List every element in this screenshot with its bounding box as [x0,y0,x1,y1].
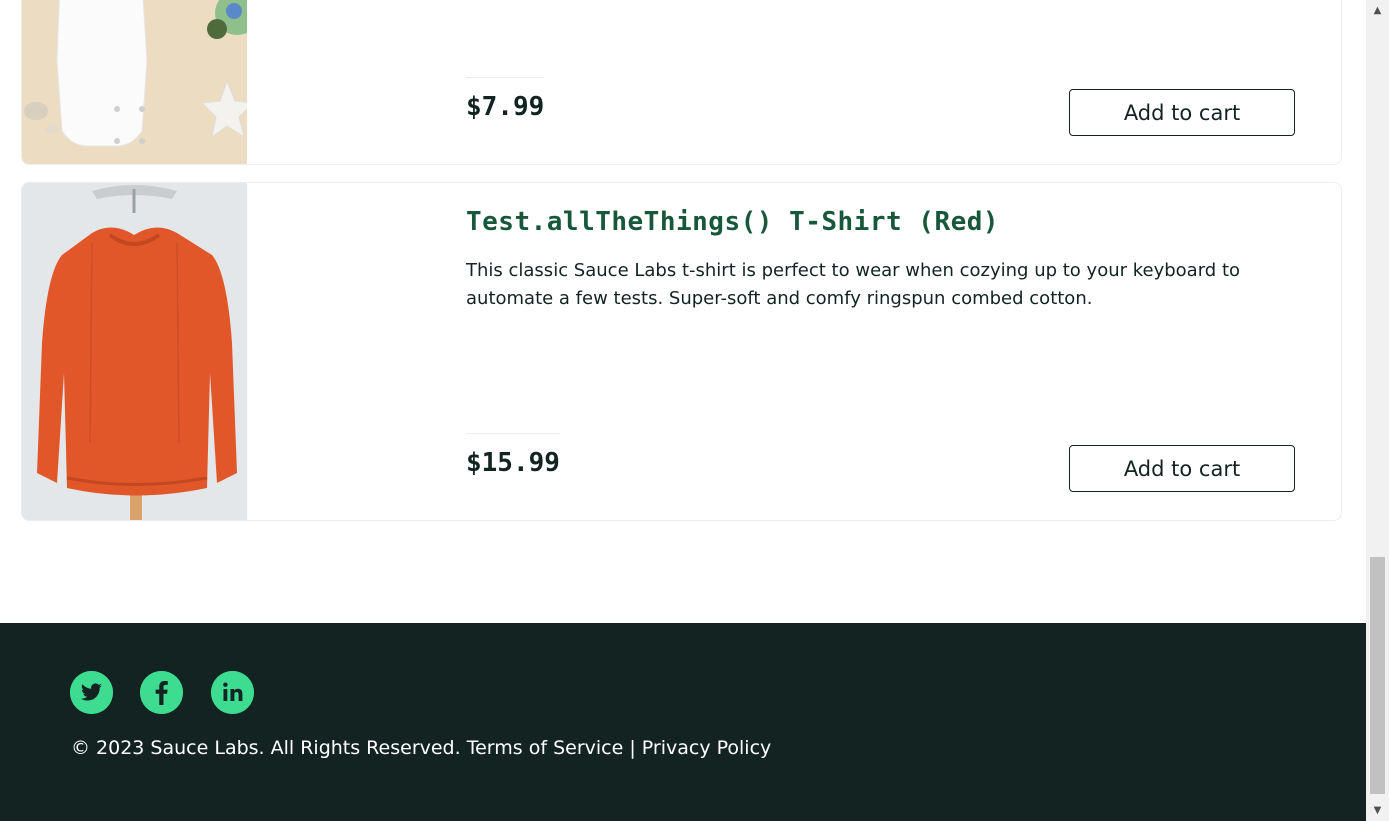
inventory-item: Test.allTheThings() T-Shirt (Red) This c… [21,182,1342,521]
scroll-up-arrow-icon[interactable]: ▲ [1366,2,1389,19]
facebook-icon [140,671,183,714]
footer-separator: | [629,737,636,759]
linkedin-icon [211,671,254,714]
item-title[interactable]: Test.allTheThings() T-Shirt (Red) [466,207,999,237]
scrollbar-thumb[interactable] [1370,557,1385,794]
facebook-link[interactable] [140,671,183,714]
item-price: $15.99 [466,433,560,478]
item-price: $7.99 [466,77,545,122]
add-to-cart-button[interactable]: Add to cart [1069,445,1295,492]
copyright-text: © 2023 Sauce Labs. All Rights Reserved. [71,737,461,759]
item-description: This classic Sauce Labs t-shirt is perfe… [466,260,1241,309]
red-sweatshirt-photo-icon [22,183,247,520]
inventory-item: $7.99 Add to cart [21,0,1342,165]
twitter-link[interactable] [70,671,113,714]
terms-of-service-link[interactable]: Terms of Service [467,737,624,759]
add-to-cart-button[interactable]: Add to cart [1069,89,1295,136]
linkedin-link[interactable] [211,671,254,714]
twitter-icon [70,671,113,714]
footer-copyright: © 2023 Sauce Labs. All Rights Reserved. … [71,737,771,759]
scroll-down-arrow-icon[interactable]: ▼ [1366,802,1389,819]
onesie-image[interactable] [22,0,247,164]
privacy-policy-link[interactable]: Privacy Policy [642,737,771,759]
onesie-photo-icon [22,0,247,164]
footer: © 2023 Sauce Labs. All Rights Reserved. … [0,623,1366,821]
vertical-scrollbar[interactable]: ▲ ▼ [1366,0,1389,821]
red-sweatshirt-image[interactable] [22,183,247,520]
page: $7.99 Add to cart Test.allTheThings() T-… [0,0,1366,821]
